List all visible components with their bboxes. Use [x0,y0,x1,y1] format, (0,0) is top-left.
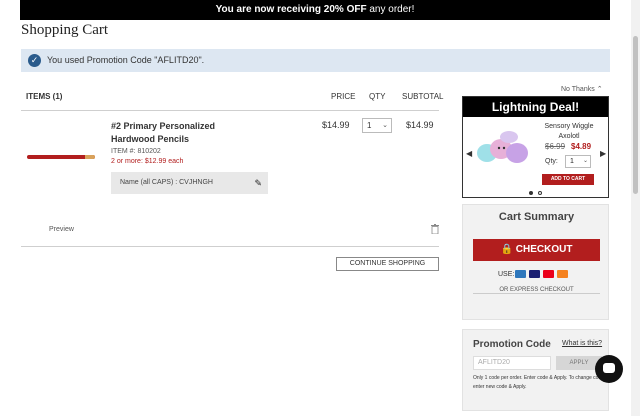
qty-column-header: QTY [369,92,386,101]
product-name-link[interactable]: #2 Primary Personalized Hardwood Pencils [111,120,261,146]
personalization-text: Name (all CAPS) : CVJHNGH [120,179,213,186]
page-title: Shopping Cart [21,22,109,38]
cart-summary-panel: Cart Summary 🔒 CHECKOUT USE: OR EXPRESS … [462,204,609,320]
bulk-price: 2 or more: $12.99 each [111,158,184,165]
header-divider [21,110,439,111]
deal-qty-label: Qty: [545,158,558,165]
promo-alert-text: You used Promotion Code "AFLITD20". [47,55,205,65]
promotion-code-title: Promotion Code [473,339,551,350]
edit-pencil-icon[interactable]: ✎ [254,172,262,194]
checkout-label: CHECKOUT [515,244,573,255]
express-checkout-label: OR EXPRESS CHECKOUT [463,287,610,293]
scrollbar-thumb[interactable] [633,36,638,194]
deal-new-price: $4.89 [571,142,592,151]
add-to-cart-button[interactable]: ADD TO CART [542,174,594,185]
deal-quantity-value: 1 [570,158,574,165]
promo-code-input[interactable]: AFLITD20 [473,356,551,370]
chevron-down-icon: ⌄ [582,158,588,164]
what-is-this-link[interactable]: What is this? [562,340,602,347]
carousel-dot-active[interactable] [529,191,533,195]
mastercard-icon [543,270,554,278]
deal-product-name[interactable]: Sensory Wiggle Axolotl [537,122,601,142]
promo-note: Only 1 code per order. Enter code & Appl… [473,375,606,390]
lightning-deal-title: Lightning Deal! [463,97,608,117]
visa-icon [529,270,540,278]
items-header: ITEMS (1) [26,92,63,101]
lock-icon: 🔒 [500,244,513,255]
express-checkout-text: OR EXPRESS CHECKOUT [496,287,577,293]
payment-use-label: USE: [498,271,515,278]
promo-applied-alert: ✓ You used Promotion Code "AFLITD20". [21,49,610,72]
no-thanks-label: No Thanks [561,86,595,93]
item-price: $14.99 [322,120,350,130]
chevron-down-icon: ⌄ [382,122,388,129]
item-subtotal: $14.99 [406,120,434,130]
item-number: ITEM #: 810202 [111,148,161,155]
axolotl-product-image[interactable] [471,127,535,171]
chevron-right-icon[interactable]: ▶ [600,149,606,158]
quantity-value: 1 [367,121,372,130]
discover-icon [557,270,568,278]
price-column-header: PRICE [331,92,356,101]
deal-quantity-select[interactable]: 1 ⌄ [565,155,591,168]
chevron-up-icon: ⌃ [596,86,603,93]
chevron-left-icon[interactable]: ◀ [466,149,472,158]
chat-icon[interactable] [595,355,623,383]
carousel-dot[interactable] [538,191,542,195]
subtotal-column-header: SUBTOTAL [402,92,444,101]
no-thanks-link[interactable]: No Thanks ⌃ [561,85,603,93]
amex-icon [515,270,526,278]
check-circle-icon: ✓ [28,54,41,67]
quantity-select[interactable]: 1 ⌄ [362,118,392,133]
promo-banner-rest: any order! [366,4,415,15]
promotion-code-panel: Promotion Code What is this? AFLITD20 AP… [462,329,609,411]
express-divider [473,293,600,294]
promo-banner: You are now receiving 20% OFF any order! [20,0,610,20]
checkout-button[interactable]: 🔒 CHECKOUT [473,239,600,261]
trash-icon[interactable] [431,224,439,234]
lightning-deal-panel: Lightning Deal! ◀ ▶ Sensory Wiggle Axolo… [462,96,609,198]
preview-link[interactable]: Preview [49,226,74,233]
product-thumbnail[interactable] [27,155,95,159]
item-divider [21,246,439,247]
personalization-field[interactable]: Name (all CAPS) : CVJHNGH ✎ [111,172,268,194]
continue-shopping-button[interactable]: CONTINUE SHOPPING [336,257,439,271]
promo-banner-bold: You are now receiving 20% OFF [215,4,367,15]
cart-summary-title: Cart Summary [498,211,575,223]
deal-old-price: $6.99 [545,142,566,151]
